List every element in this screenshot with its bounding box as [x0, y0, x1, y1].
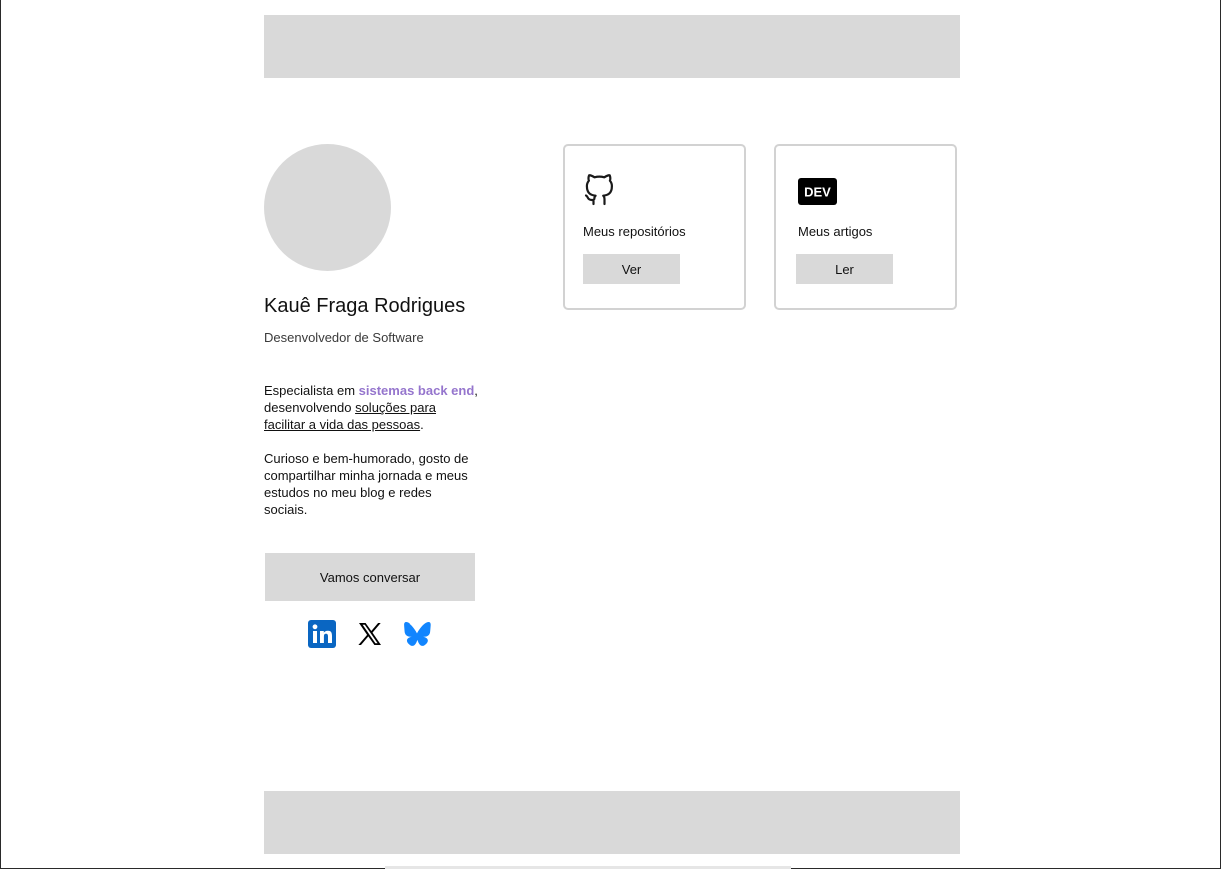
- bio-prefix: Especialista em: [264, 383, 359, 398]
- bluesky-icon[interactable]: [403, 620, 431, 648]
- linkedin-icon[interactable]: [308, 620, 336, 648]
- read-articles-button[interactable]: Ler: [796, 254, 893, 284]
- contact-button[interactable]: Vamos conversar: [265, 553, 475, 601]
- dev-icon: DEV: [798, 178, 837, 210]
- card-title-repositories: Meus repositórios: [583, 224, 686, 239]
- footer-placeholder: [264, 791, 960, 854]
- card-title-articles: Meus artigos: [798, 224, 873, 239]
- x-icon[interactable]: [356, 620, 384, 648]
- articles-card: DEV Meus artigos Ler: [774, 144, 957, 310]
- github-icon: [583, 173, 615, 212]
- bio-highlight: sistemas back end: [358, 383, 475, 398]
- bio-paragraph-1: Especialista em sistemas back end, desen…: [264, 382, 478, 433]
- footer-strip: [385, 866, 791, 869]
- view-repositories-button[interactable]: Ver: [583, 254, 680, 284]
- profile-name: Kauê Fraga Rodrigues: [264, 295, 466, 317]
- header-placeholder: [264, 15, 960, 78]
- profile-role: Desenvolvedor de Software: [264, 330, 424, 345]
- avatar: [264, 144, 391, 271]
- dev-icon-text: DEV: [804, 185, 831, 200]
- bio-paragraph-2: Curioso e bem-humorado, gosto de compart…: [264, 451, 469, 517]
- page-frame: [0, 0, 1221, 869]
- repositories-card: Meus repositórios Ver: [563, 144, 746, 310]
- bio-suffix: .: [420, 417, 424, 432]
